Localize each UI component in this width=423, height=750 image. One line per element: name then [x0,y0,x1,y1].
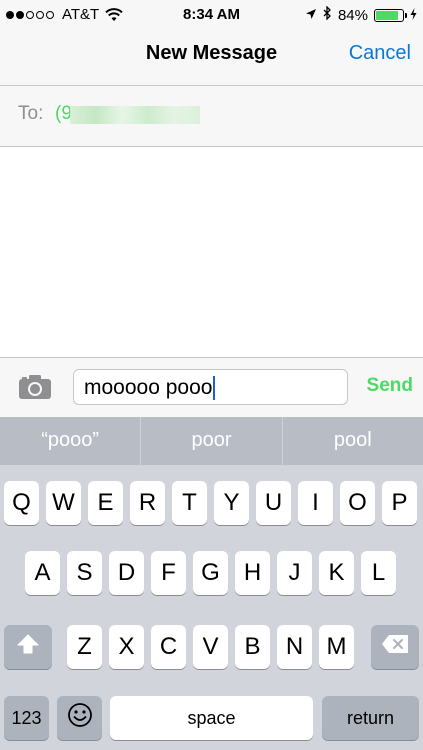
key-k[interactable]: K [319,551,354,595]
key-s[interactable]: S [67,551,102,595]
key-c[interactable]: C [151,625,186,669]
text-cursor [213,376,216,400]
emoji-key[interactable] [57,696,102,740]
key-b[interactable]: B [235,625,270,669]
key-y[interactable]: Y [214,481,249,525]
battery-percent: 84% [337,6,368,24]
space-key[interactable]: space [110,696,313,740]
battery-nub [405,12,407,18]
key-p[interactable]: P [382,481,417,525]
return-key[interactable]: return [322,696,419,740]
suggestion-typed[interactable]: “pooo” [0,417,142,465]
camera-icon[interactable] [18,374,52,405]
to-label: To: [18,103,44,124]
key-q[interactable]: Q [4,481,39,525]
key-t[interactable]: T [172,481,207,525]
key-e[interactable]: E [88,481,123,525]
key-o[interactable]: O [340,481,375,525]
predictive-bar: “pooo” poor pool [0,417,423,465]
key-a[interactable]: A [25,551,60,595]
key-d[interactable]: D [109,551,144,595]
key-f[interactable]: F [151,551,186,595]
key-j[interactable]: J [277,551,312,595]
key-g[interactable]: G [193,551,228,595]
key-v[interactable]: V [193,625,228,669]
key-z[interactable]: Z [67,625,102,669]
key-w[interactable]: W [46,481,81,525]
recipient-row[interactable]: To: (9 [0,86,423,147]
message-input[interactable]: mooooo pooo [73,369,348,405]
charging-icon [410,7,417,24]
battery-icon [374,8,407,22]
message-text-wrap: mooooo pooo [84,376,216,400]
key-r[interactable]: R [130,481,165,525]
conversation-area [0,147,423,357]
key-u[interactable]: U [256,481,291,525]
numbers-key[interactable]: 123 [4,696,49,740]
message-composer: mooooo pooo Send [0,357,423,418]
battery-level [376,10,398,20]
recipient-redacted [70,106,200,124]
emoji-icon [67,702,93,735]
bluetooth-icon [323,5,332,24]
navigation-bar: New Message Cancel [0,30,423,86]
message-text: mooooo pooo [84,376,213,399]
suggestion-2[interactable]: pool [283,417,423,465]
delete-icon [381,633,409,661]
key-i[interactable]: I [298,481,333,525]
status-bar: AT&T 8:34 AM 84% [0,0,423,30]
key-l[interactable]: L [361,551,396,595]
suggestion-1[interactable]: poor [141,417,283,465]
key-h[interactable]: H [235,551,270,595]
key-x[interactable]: X [109,625,144,669]
key-n[interactable]: N [277,625,312,669]
delete-key[interactable] [371,625,419,669]
cancel-button[interactable]: Cancel [349,42,411,65]
send-button[interactable]: Send [367,375,413,397]
shift-icon [17,633,39,661]
location-arrow-icon [305,7,317,24]
status-right: 84% [299,5,417,24]
keyboard: Q W E R T Y U I O P A S D F G H J K L Z … [0,465,423,750]
shift-key[interactable] [4,625,52,669]
key-m[interactable]: M [319,625,354,669]
